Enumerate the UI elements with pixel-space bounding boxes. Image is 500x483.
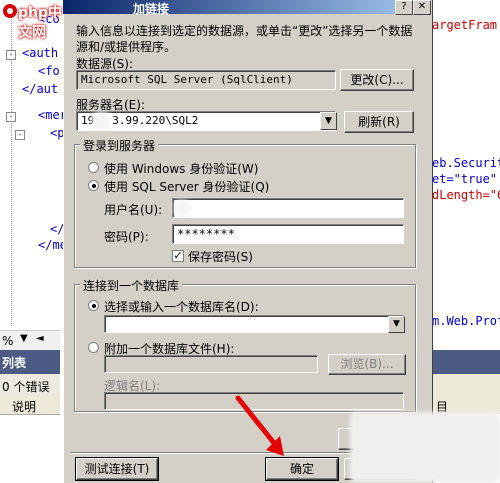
right-panel-titlebar	[430, 350, 500, 374]
windows-auth-label[interactable]: 使用 Windows 身份验证(W)	[104, 160, 258, 177]
save-password-label[interactable]: 保存密码(S)	[188, 248, 253, 265]
code-line: m.Web.Prof	[432, 314, 500, 328]
dialog-title: 加链接	[133, 2, 170, 16]
description-column-header[interactable]: 说明	[12, 398, 36, 415]
username-field[interactable]	[172, 198, 404, 218]
watermark-text: php中文网	[18, 5, 63, 41]
windows-auth-radio[interactable]	[88, 162, 99, 173]
error-list-header: 说明	[0, 396, 60, 415]
username-label: 用户名(U):	[104, 203, 163, 217]
code-line: argetFram	[432, 18, 498, 32]
select-db-radio[interactable]	[88, 300, 99, 311]
help-icon[interactable]: ?	[395, 0, 413, 15]
site-watermark: php中文网	[0, 0, 62, 41]
collapse-icon[interactable]: -	[15, 130, 25, 140]
data-source-field: Microsoft SQL Server (SqlClient)	[76, 70, 336, 90]
attach-db-radio[interactable]	[88, 342, 99, 353]
server-name-combo[interactable]: 19 3.99.220\SQL2	[76, 111, 336, 131]
error-list-title: 列表	[2, 356, 27, 370]
database-group-label: 连接到一个数据库	[80, 277, 183, 294]
code-line: </aut	[22, 82, 59, 96]
close-icon[interactable]: ✕	[413, 0, 431, 15]
error-list-titlebar: 列表	[0, 350, 60, 374]
error-list-toolbar: 0 个错误	[0, 374, 60, 396]
test-connection-button[interactable]: 测试连接(T)	[75, 457, 159, 481]
chevron-down-icon[interactable]: ▼	[320, 112, 337, 130]
chevron-down-icon[interactable]: ▼	[20, 333, 28, 344]
intro-text: 输入信息以连接到选定的数据源，或单击“更改”选择另一个数据	[76, 24, 413, 38]
intro-text: 源和/或提供程序。	[76, 40, 177, 54]
change-button[interactable]: 更改(C)...	[340, 69, 414, 91]
login-group-label: 登录到服务器	[80, 137, 159, 154]
collapse-icon[interactable]: -	[6, 112, 16, 122]
database-name-combo[interactable]	[104, 315, 404, 333]
save-password-checkbox[interactable]: ✓	[172, 250, 184, 262]
redaction-blur	[92, 112, 110, 129]
zoom-level[interactable]: %	[2, 334, 13, 348]
error-count-button[interactable]: 0 个错误	[2, 378, 49, 395]
red-arrow-annotation	[235, 395, 284, 456]
php-logo-icon	[3, 4, 17, 18]
password-field[interactable]: ********	[172, 224, 404, 244]
code-line: eb.Securit	[432, 156, 500, 170]
attach-db-file-field	[104, 355, 318, 373]
right-panel-header: 目	[430, 374, 500, 414]
sql-auth-label[interactable]: 使用 SQL Server 身份验证(Q)	[104, 178, 269, 195]
browse-button[interactable]: 浏览(B)...	[328, 354, 406, 375]
ok-button[interactable]: 确定	[265, 457, 339, 481]
zoom-bar: % ▼ ◄	[0, 330, 60, 351]
code-line: dLength="6	[432, 188, 500, 202]
redaction-blur	[350, 412, 500, 483]
password-label: 密码(P):	[104, 230, 149, 244]
refresh-button[interactable]: 刷新(R)	[344, 111, 414, 133]
select-db-label[interactable]: 选择或输入一个数据库名(D):	[104, 298, 259, 315]
code-line: <auth	[22, 46, 59, 60]
code-line: <fo	[38, 64, 60, 78]
sql-auth-radio[interactable]	[88, 180, 99, 191]
collapse-icon[interactable]: -	[6, 50, 16, 60]
redaction-blur	[174, 200, 190, 216]
code-line: et="true"	[432, 172, 498, 186]
chevron-down-icon[interactable]: ▼	[388, 316, 405, 333]
dialog-titlebar: 加链接 ? ✕	[63, 0, 431, 16]
scroll-left-icon[interactable]: ◄	[36, 333, 44, 344]
server-name-value-end: 3.99.220\SQL2	[112, 114, 199, 127]
